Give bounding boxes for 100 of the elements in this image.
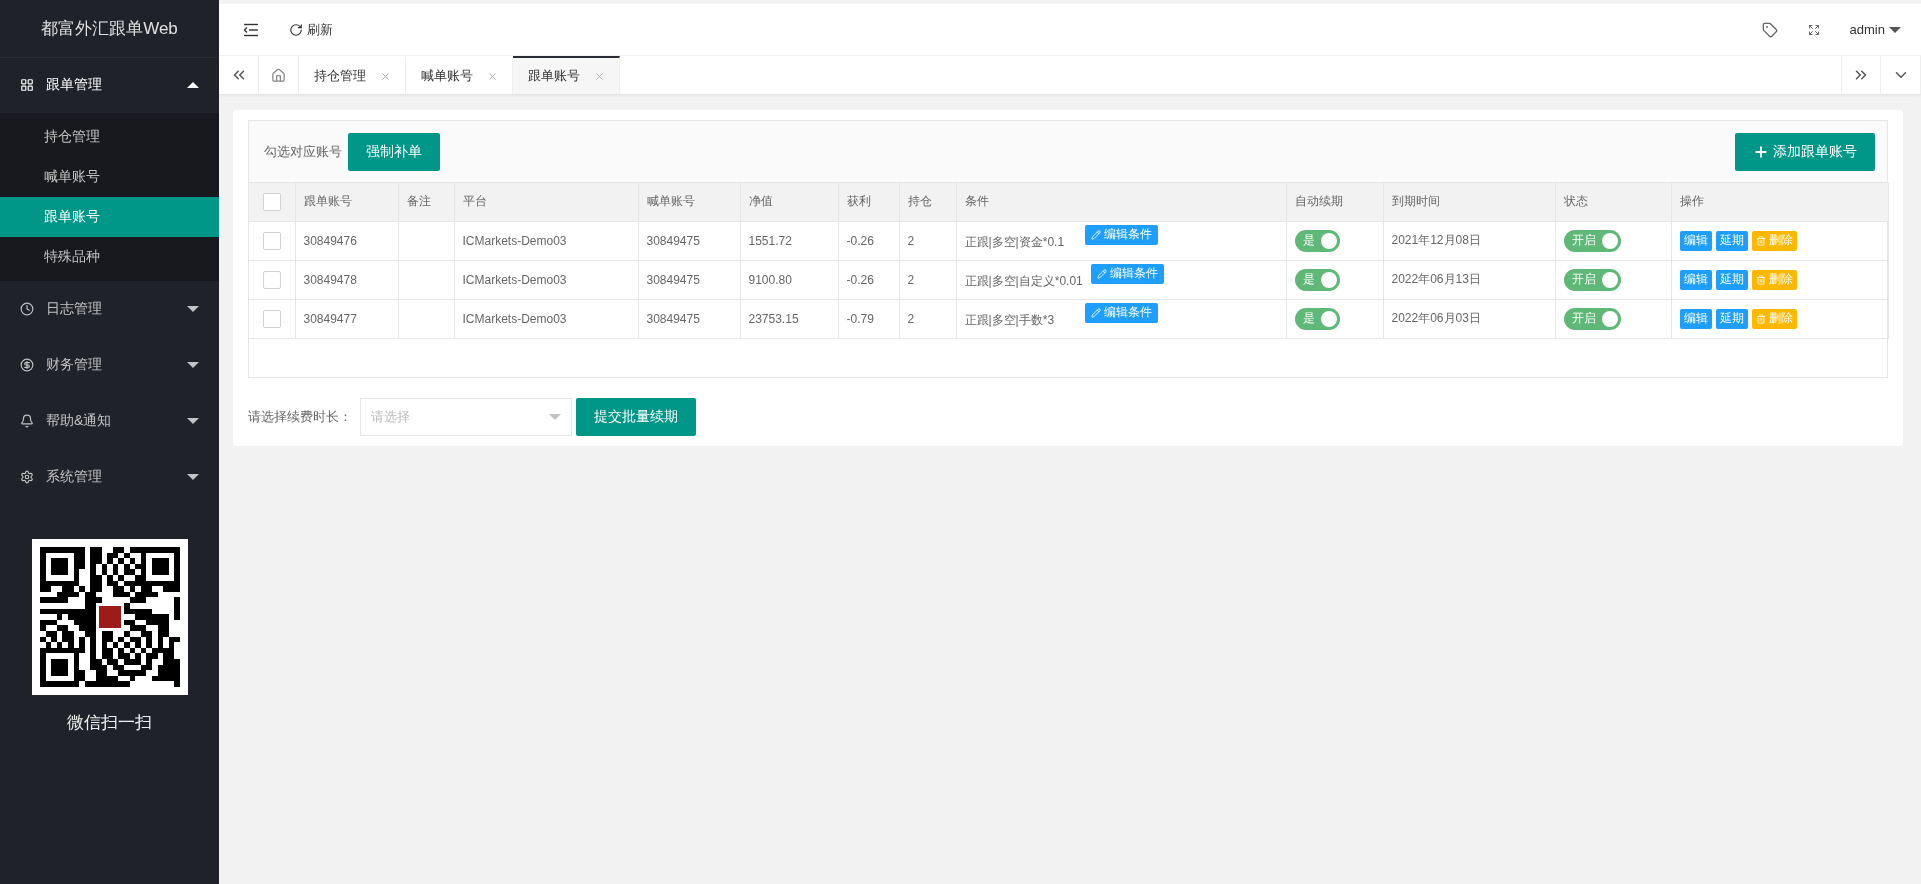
sidebar-menu[interactable]: 帮助&通知: [0, 393, 219, 449]
condition-text: 正跟|多空|资金*0.1: [964, 233, 1066, 251]
extend-button[interactable]: 延期: [1715, 230, 1748, 251]
table-cell: 9100.80: [740, 260, 838, 299]
row-checkbox[interactable]: [262, 270, 281, 289]
user-menu[interactable]: admin: [1849, 22, 1901, 37]
close-icon[interactable]: [380, 70, 391, 82]
delete-button[interactable]: 删除: [1751, 269, 1797, 290]
batch-renew-button[interactable]: 提交批量续期: [576, 397, 696, 436]
column-header: 到期时间: [1383, 183, 1555, 221]
trash-icon: [1755, 313, 1766, 324]
page-tab[interactable]: 喊单账号: [406, 56, 513, 94]
sidebar-menu[interactable]: 跟单管理: [0, 57, 219, 113]
column-header: 持仓: [899, 183, 956, 221]
page-tab[interactable]: 持仓管理: [299, 56, 406, 94]
sidebar-item[interactable]: 跟单账号: [0, 197, 219, 237]
condition-text: 正跟|多空|手数*3: [964, 311, 1056, 329]
auto-renew-switch[interactable]: 是: [1294, 229, 1340, 252]
table-cell: 2: [899, 221, 956, 260]
column-header: 自动续期: [1286, 183, 1383, 221]
plus-icon: [1753, 143, 1769, 160]
edit-button[interactable]: 编辑: [1679, 308, 1712, 329]
sidebar-menu[interactable]: 日志管理: [0, 281, 219, 337]
menu-icon[interactable]: [243, 22, 259, 37]
table-cell: 2: [899, 260, 956, 299]
extend-button[interactable]: 延期: [1715, 269, 1748, 290]
settings-icon: [20, 470, 34, 484]
column-header: 获利: [838, 183, 899, 221]
select-all-checkbox[interactable]: [262, 192, 281, 211]
bell-icon: [20, 414, 34, 428]
status-switch[interactable]: 开启: [1563, 268, 1621, 291]
sidebar-item[interactable]: 喊单账号: [0, 157, 219, 197]
qr-code-icon: [39, 547, 180, 687]
status-switch[interactable]: 开启: [1563, 307, 1621, 330]
sidebar-item[interactable]: 特殊品种: [0, 237, 219, 277]
row-checkbox[interactable]: [262, 309, 281, 328]
condition-text: 正跟|多空|自定义*0.01: [964, 272, 1083, 290]
home-tab[interactable]: [259, 56, 299, 94]
auto-renew-switch[interactable]: 是: [1294, 268, 1340, 291]
extend-button[interactable]: 延期: [1715, 308, 1748, 329]
toolbar-hint: 勾选对应账号: [264, 142, 342, 161]
table-cell: ICMarkets-Demo03: [454, 260, 638, 299]
table-cell: ICMarkets-Demo03: [454, 299, 638, 338]
qr-caption: 微信扫一扫: [67, 712, 152, 734]
table-cell: -0.79: [838, 299, 899, 338]
table-cell: 2: [899, 299, 956, 338]
table-cell: 30849475: [638, 260, 740, 299]
row-checkbox[interactable]: [262, 231, 281, 250]
grid-icon: [20, 78, 34, 92]
renew-label: 请选择续费时长：: [248, 407, 352, 426]
caret-icon: [187, 418, 199, 424]
scroll-right-button[interactable]: [1841, 56, 1881, 94]
table-cell: 2021年12月08日: [1383, 221, 1555, 260]
caret-icon: [187, 362, 199, 368]
table-cell: 30849475: [638, 299, 740, 338]
force-order-button[interactable]: 强制补单: [348, 132, 440, 171]
pencil-icon: [1096, 268, 1107, 279]
edit-condition-button[interactable]: 编辑条件: [1084, 302, 1158, 323]
close-icon[interactable]: [487, 70, 498, 82]
page-tab[interactable]: 跟单账号: [513, 56, 620, 94]
status-switch[interactable]: 开启: [1563, 229, 1621, 252]
edit-condition-button[interactable]: 编辑条件: [1084, 224, 1158, 245]
column-header: 跟单账号: [295, 183, 398, 221]
caret-icon: [187, 306, 199, 312]
sidebar-menu[interactable]: 系统管理: [0, 449, 219, 505]
sidebar-menu[interactable]: 财务管理: [0, 337, 219, 393]
add-account-button[interactable]: 添加跟单账号: [1735, 132, 1875, 171]
edit-condition-button[interactable]: 编辑条件: [1090, 263, 1164, 284]
delete-button[interactable]: 删除: [1751, 308, 1797, 329]
caret-icon: [1889, 26, 1901, 33]
column-header: 喊单账号: [638, 183, 740, 221]
refresh-button[interactable]: 刷新: [289, 20, 333, 39]
sidebar-item[interactable]: 持仓管理: [0, 117, 219, 157]
fullscreen-icon[interactable]: [1807, 23, 1820, 36]
trash-icon: [1755, 274, 1766, 285]
table-cell: 2022年06月03日: [1383, 299, 1555, 338]
edit-button[interactable]: 编辑: [1679, 230, 1712, 251]
tab-label: 跟单账号: [528, 67, 580, 85]
pencil-icon: [1090, 229, 1101, 240]
refresh-icon: [289, 22, 303, 37]
table-cell: 2022年06月13日: [1383, 260, 1555, 299]
table-cell: 30849478: [295, 260, 398, 299]
caret-icon: [187, 82, 199, 88]
column-header: 条件: [956, 183, 1286, 221]
delete-button[interactable]: 删除: [1751, 230, 1797, 251]
home-icon: [271, 67, 286, 83]
column-header: 操作: [1671, 183, 1888, 221]
caret-icon: [549, 413, 561, 420]
tab-label: 持仓管理: [314, 67, 366, 85]
table-cell: 30849475: [638, 221, 740, 260]
tag-icon[interactable]: [1761, 21, 1778, 38]
column-header: 净值: [740, 183, 838, 221]
edit-button[interactable]: 编辑: [1679, 269, 1712, 290]
scroll-left-button[interactable]: [219, 56, 259, 94]
table-cell: 30849477: [295, 299, 398, 338]
auto-renew-switch[interactable]: 是: [1294, 307, 1340, 330]
trash-icon: [1755, 235, 1766, 246]
duration-select[interactable]: 请选择: [360, 397, 572, 436]
close-icon[interactable]: [594, 70, 605, 82]
caret-icon: [187, 474, 199, 480]
